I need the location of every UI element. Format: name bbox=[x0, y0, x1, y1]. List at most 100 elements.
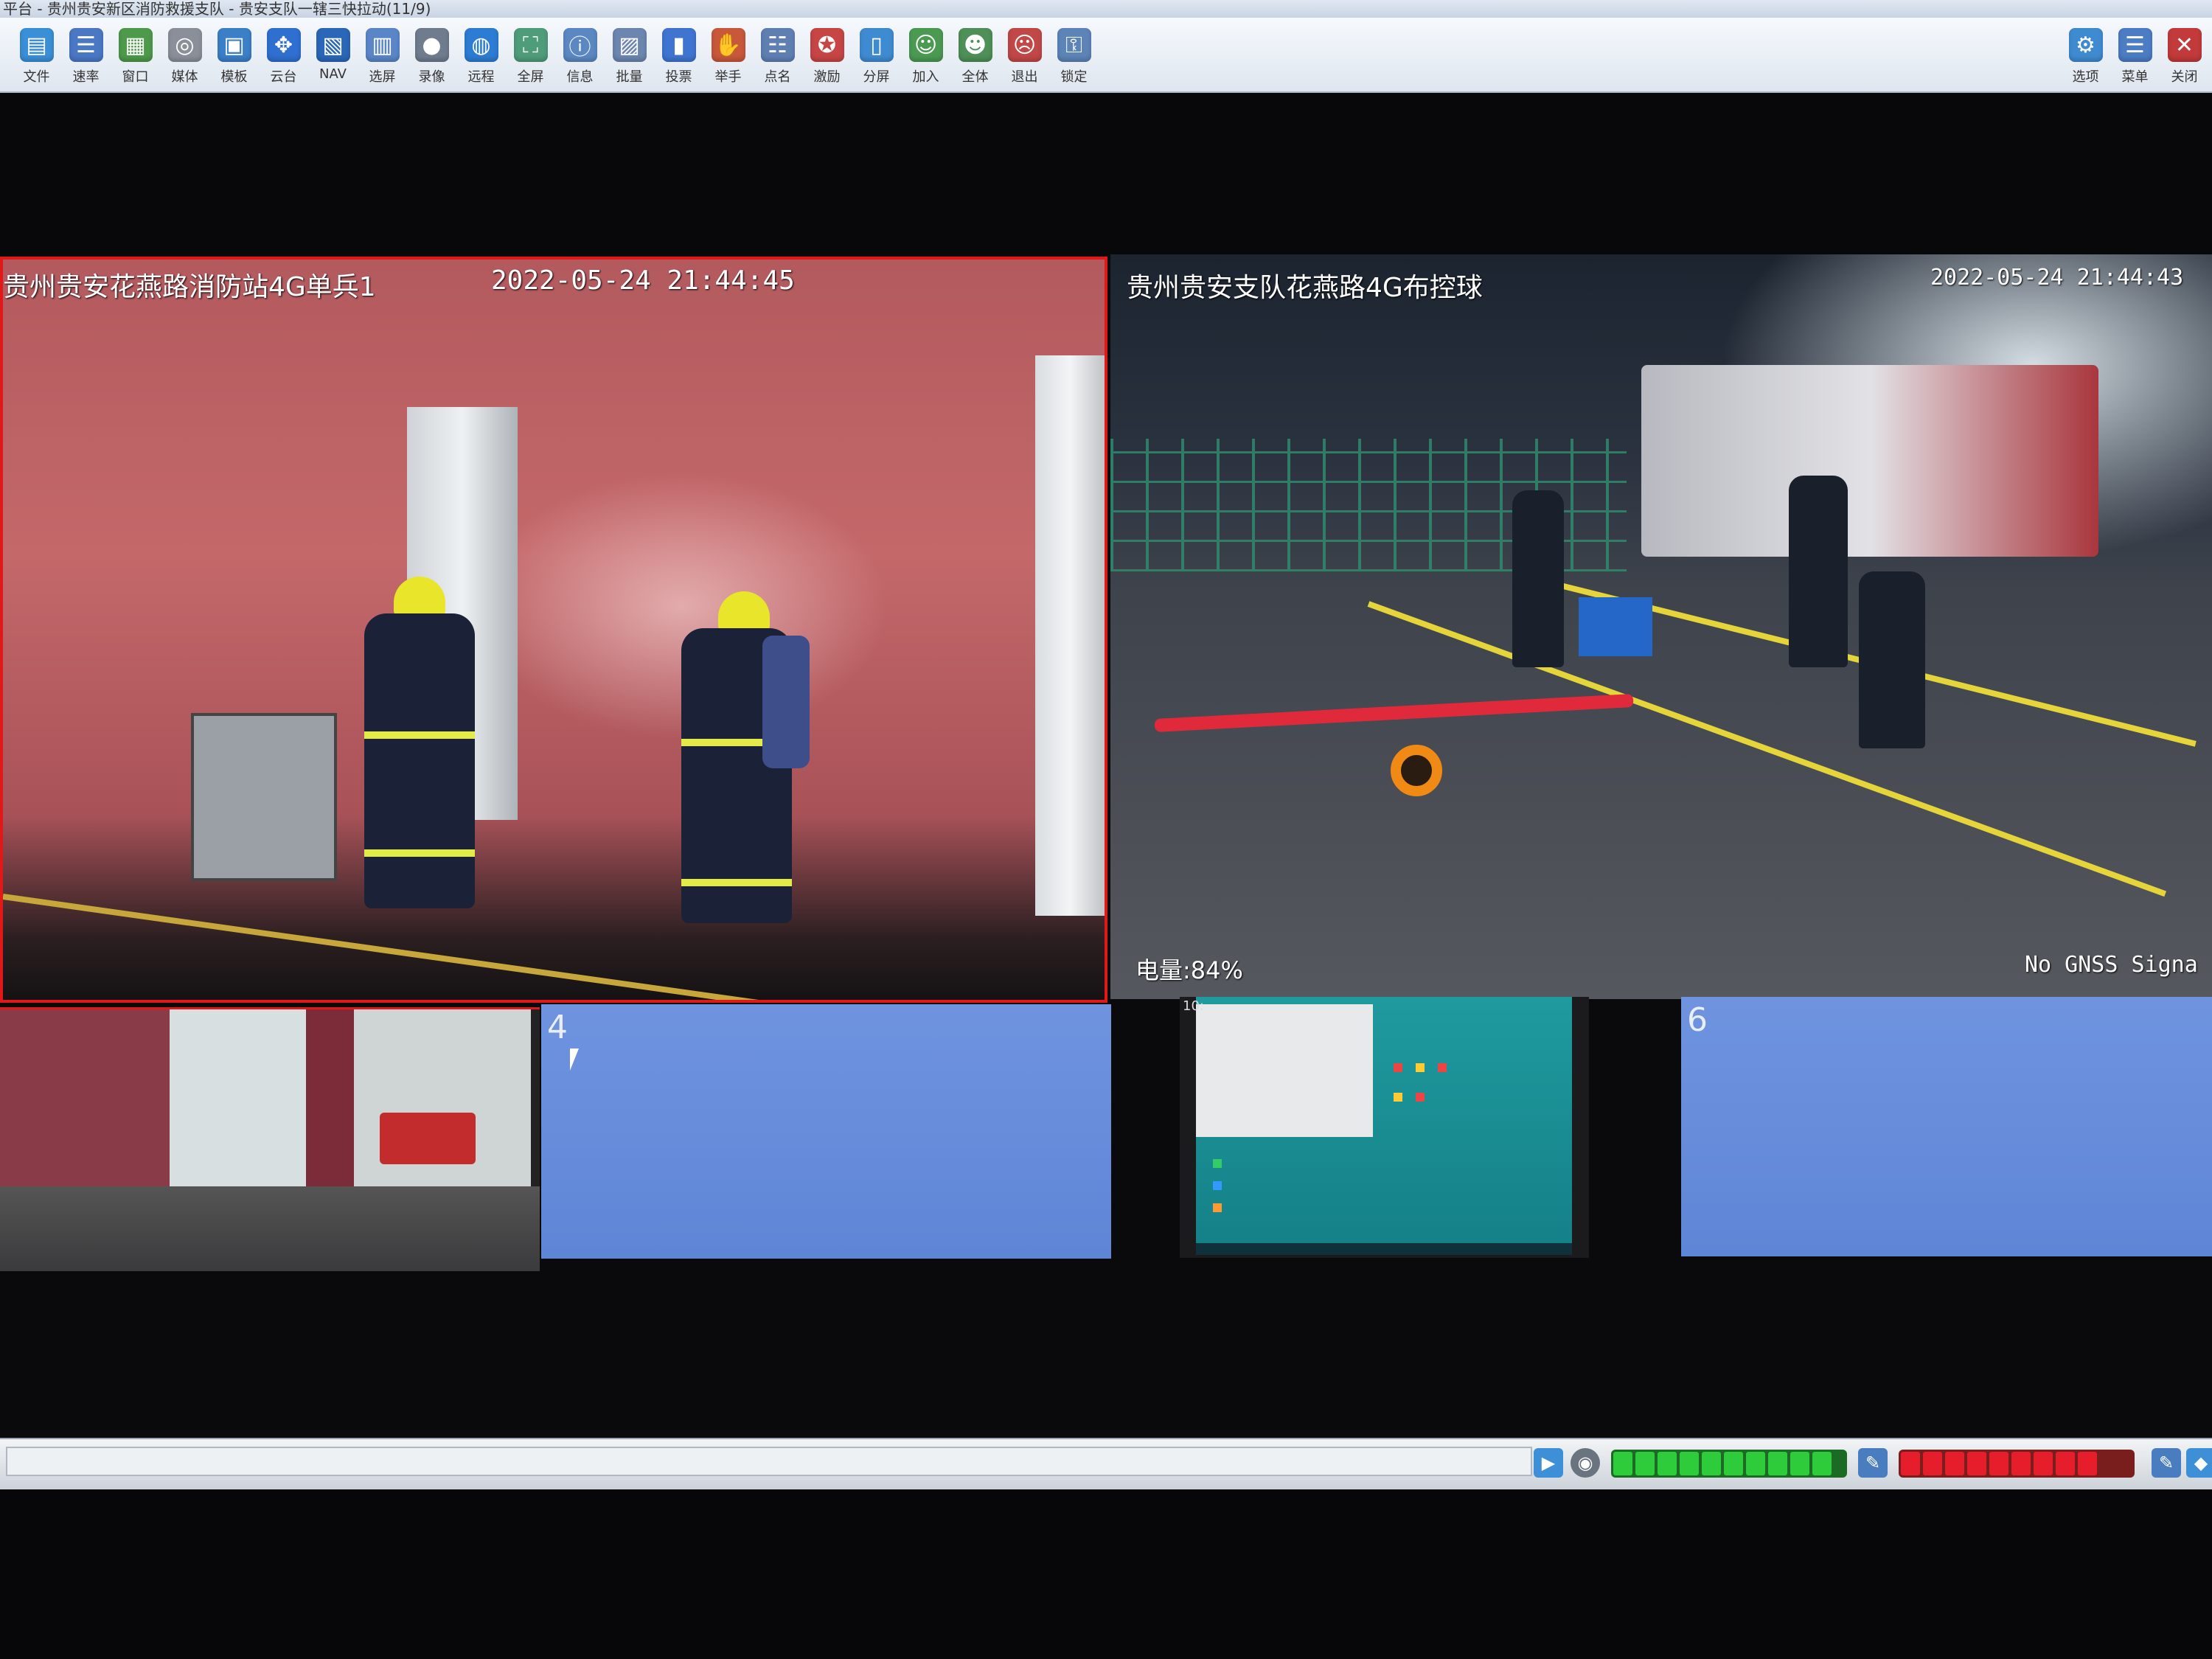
toolbar-button-label: 录像 bbox=[418, 69, 445, 85]
toolbar-button-close[interactable]: ✕ 关闭 bbox=[2160, 27, 2209, 88]
meter-segment bbox=[1702, 1452, 1721, 1475]
toolbar-button-ptz[interactable]: ✥ 云台 bbox=[259, 27, 308, 88]
video-wall-background bbox=[0, 93, 2212, 257]
meter-segment bbox=[1790, 1452, 1809, 1475]
toolbar-button-label: 远程 bbox=[467, 69, 495, 85]
shared-taskbar bbox=[1196, 1243, 1572, 1255]
template-icon: ▣ bbox=[217, 28, 251, 62]
ptz-icon: ✥ bbox=[266, 28, 301, 62]
scene-hose bbox=[1154, 693, 1634, 732]
scene-bin bbox=[191, 713, 337, 881]
toolbar-button-template[interactable]: ▣ 模板 bbox=[209, 27, 259, 88]
toolbar-button-incentive[interactable]: ✪ 激励 bbox=[802, 27, 852, 88]
toolbar-button-fullscreen[interactable]: ⛶ 全屏 bbox=[506, 27, 555, 88]
nav-icon: ▧ bbox=[316, 28, 350, 62]
toolbar-button-user-exit[interactable]: ☹ 退出 bbox=[1000, 27, 1049, 88]
scene-floor bbox=[0, 1186, 540, 1271]
network-icon[interactable]: ◆ bbox=[2186, 1448, 2212, 1478]
toolbar-button-hand[interactable]: ✋ 举手 bbox=[703, 27, 753, 88]
tile2-battery: 电量:84% bbox=[1135, 956, 1243, 984]
meter-segment bbox=[2011, 1452, 2031, 1475]
meter-segment bbox=[1658, 1452, 1677, 1475]
toolbar-button-windows[interactable]: ▦ 窗口 bbox=[111, 27, 160, 88]
toolbar-button-label: 窗口 bbox=[122, 69, 149, 85]
toolbar-button-label: 选项 bbox=[2072, 69, 2099, 85]
toolbar-button-label: 菜单 bbox=[2121, 69, 2149, 85]
toolbar-right-group: ⚙ 选项 ☰ 菜单 ✕ 关闭 bbox=[2061, 27, 2209, 88]
meter-segment bbox=[1967, 1452, 1986, 1475]
scene-wall-panel bbox=[1035, 355, 1105, 916]
scene-person bbox=[1789, 476, 1848, 667]
audio-level-meter-input bbox=[1611, 1450, 1847, 1478]
speaker-icon[interactable]: ◉ bbox=[1571, 1448, 1600, 1478]
info-icon: ⓘ bbox=[563, 28, 597, 62]
mic-settings-icon[interactable]: ✎ bbox=[2152, 1448, 2181, 1478]
toolbar-button-label: 媒体 bbox=[171, 69, 198, 85]
meter-segment bbox=[1768, 1452, 1787, 1475]
toolbar-button-user-add[interactable]: ☺ 加入 bbox=[901, 27, 950, 88]
mouse-cursor-icon bbox=[570, 1048, 579, 1071]
toolbar-button-sliders[interactable]: ☰ 速率 bbox=[61, 27, 111, 88]
video-tile-6[interactable]: 6 bbox=[1681, 997, 2212, 1256]
scene-person bbox=[1859, 571, 1925, 748]
microphone-icon[interactable]: ✎ bbox=[1858, 1448, 1888, 1478]
scene-floor-line bbox=[3, 894, 1099, 1000]
toolbar-button-folder[interactable]: ▤ 文件 bbox=[12, 27, 61, 88]
tile6-number: 6 bbox=[1687, 1001, 1708, 1039]
toolbar-button-gear[interactable]: ⚙ 选项 bbox=[2061, 27, 2110, 88]
audio-level-meter-output bbox=[1899, 1450, 2135, 1478]
tile1-caption: 贵州贵安花燕路消防站4G单兵1 bbox=[3, 272, 376, 302]
window-title-bar: 平台 - 贵州贵安新区消防救援支队 - 贵安支队一辖三快拉动(11/9) bbox=[0, 0, 2212, 18]
play-icon[interactable]: ▶ bbox=[1534, 1448, 1563, 1478]
monitor-bezel bbox=[0, 1489, 2212, 1659]
toolbar-button-label: 信息 bbox=[566, 69, 594, 85]
meter-segment bbox=[1901, 1452, 1920, 1475]
toolbar-button-label: 批量 bbox=[616, 69, 643, 85]
windows-icon: ▦ bbox=[118, 28, 153, 62]
toolbar-button-rollcall[interactable]: ☷ 点名 bbox=[753, 27, 802, 88]
toolbar-button-screen-select[interactable]: ▥ 选屏 bbox=[358, 27, 407, 88]
video-tile-5[interactable]: 10: bbox=[1180, 997, 1589, 1258]
toolbar-button-label: 投票 bbox=[665, 69, 692, 85]
toolbar-button-record[interactable]: ● 录像 bbox=[407, 27, 456, 88]
toolbar-button-info[interactable]: ⓘ 信息 bbox=[555, 27, 605, 88]
gear-icon: ⚙ bbox=[2068, 28, 2103, 62]
meter-segment bbox=[2056, 1452, 2075, 1475]
lock-icon: ⚿ bbox=[1057, 28, 1091, 62]
sliders-icon: ☰ bbox=[69, 28, 103, 62]
toolbar-button-label: 退出 bbox=[1011, 69, 1038, 85]
toolbar-button-label: 激励 bbox=[813, 69, 841, 85]
toolbar-button-menu[interactable]: ☰ 菜单 bbox=[2110, 27, 2160, 88]
toolbar-button-nav[interactable]: ▧ NAV bbox=[308, 27, 358, 88]
toolbar-button-batch[interactable]: ▨ 批量 bbox=[605, 27, 654, 88]
close-icon: ✕ bbox=[2167, 28, 2202, 62]
toolbar-button-label: 云台 bbox=[270, 69, 297, 85]
toolbar-button-label: NAV bbox=[319, 66, 347, 82]
scene-lane-line bbox=[1367, 601, 2167, 897]
video-tile-2[interactable]: 贵州贵安支队花燕路4G布控球 2022-05-24 21:44:43 电量:84… bbox=[1110, 254, 2212, 999]
toolbar-button-label: 选屏 bbox=[369, 69, 396, 85]
toolbar-button-label: 全屏 bbox=[517, 69, 544, 85]
toolbar-button-label: 模板 bbox=[220, 69, 248, 85]
meter-segment bbox=[1945, 1452, 1964, 1475]
meter-segment bbox=[1923, 1452, 1942, 1475]
video-tile-4[interactable]: 4 bbox=[541, 1004, 1111, 1259]
toolbar-button-vote[interactable]: ▮ 投票 bbox=[654, 27, 703, 88]
toolbar-button-split[interactable]: ▯ 分屏 bbox=[852, 27, 901, 88]
toolbar-button-globe[interactable]: ◍ 远程 bbox=[456, 27, 506, 88]
scene-person bbox=[1512, 490, 1564, 667]
meter-segment bbox=[1724, 1452, 1743, 1475]
hand-icon: ✋ bbox=[711, 28, 745, 62]
toolbar-button-lock[interactable]: ⚿ 锁定 bbox=[1049, 27, 1099, 88]
toolbar-button-media[interactable]: ◎ 媒体 bbox=[160, 27, 209, 88]
video-tile-1[interactable]: 贵州贵安花燕路消防站4G单兵1 2022-05-24 21:44:45 bbox=[0, 257, 1107, 1003]
rollcall-icon: ☷ bbox=[760, 28, 795, 62]
user-add-icon: ☺ bbox=[908, 28, 943, 62]
tile4-number: 4 bbox=[547, 1009, 568, 1046]
meter-segment bbox=[2034, 1452, 2053, 1475]
toolbar-button-group[interactable]: ☻ 全体 bbox=[950, 27, 1000, 88]
video-tile-3[interactable] bbox=[0, 1007, 540, 1271]
split-icon: ▯ bbox=[859, 28, 894, 62]
tile2-timestamp: 2022-05-24 21:44:43 bbox=[1930, 265, 2184, 291]
screen-select-icon: ▥ bbox=[365, 28, 400, 62]
